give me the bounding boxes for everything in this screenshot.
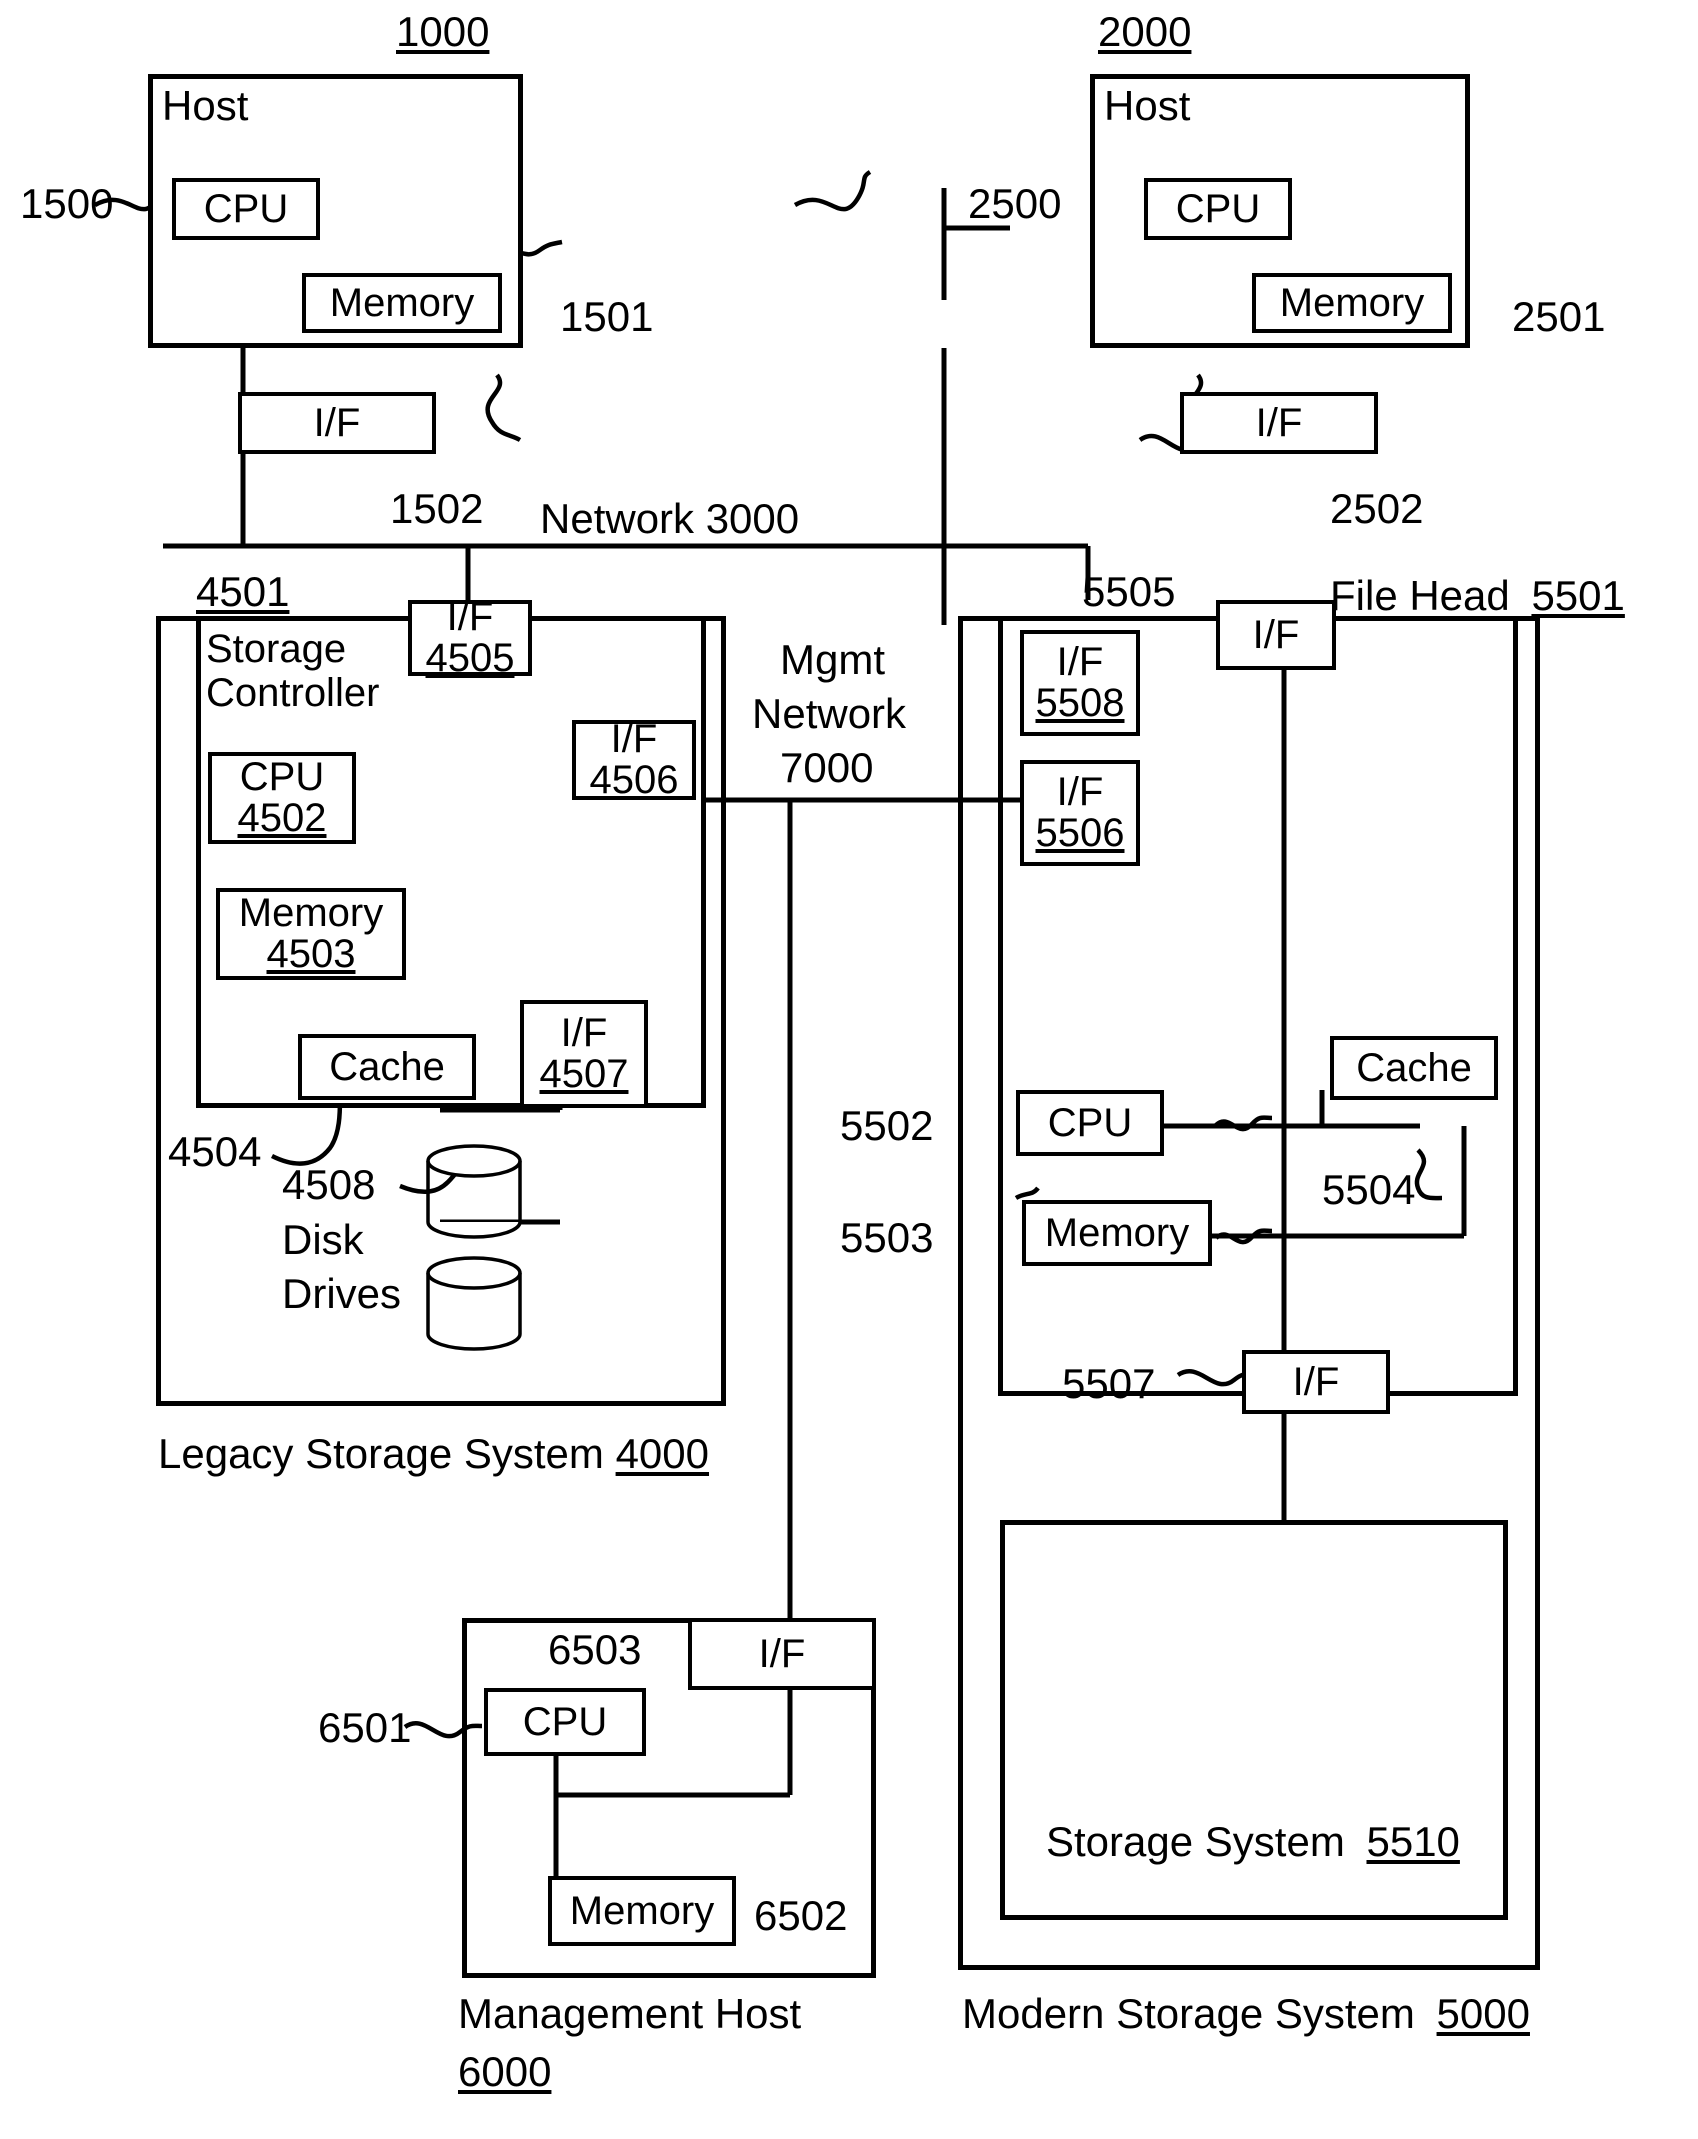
file-head-iface-5508-ref: 5508 [1035,681,1125,725]
host-2000-iface: I/F [1180,392,1378,454]
mgmt-memory-6502: Memory [548,1876,736,1946]
file-head-ref: 5501 [1531,572,1625,619]
management-host-title: Management Host [458,1990,802,2037]
host-1000-iface: I/F [238,392,436,454]
file-head-iface-5507-ref: 5507 [1062,1360,1156,1407]
file-head-iface-5507: I/F [1242,1350,1390,1414]
legacy-system-title: Legacy Storage System 4000 [158,1430,709,1478]
modern-system-title: Modern Storage System 5000 [962,1990,1530,2038]
file-head-iface-5506-label: I/F [1056,770,1104,815]
host-2000-memory-label: Memory [1279,280,1425,325]
legacy-iface-4505: I/F 4505 [408,595,532,680]
storage-controller-ref: 4501 [196,568,290,615]
file-head-iface-5506-ref: 5506 [1035,811,1125,855]
legacy-disk-line1: Disk [282,1216,364,1263]
host-2000-cpu-label: CPU [1175,186,1261,231]
host-2000-ref: 2000 [1098,8,1192,55]
network-3000-label: Network 3000 [540,495,800,542]
storage-controller-title-line2: Controller [206,671,380,715]
legacy-iface-4506-label: I/F [610,717,658,762]
host-2000-iface-label: I/F [1255,400,1303,445]
file-head-iface-5508-label: I/F [1056,640,1104,685]
legacy-system-ref: 4000 [615,1430,710,1477]
diagram-canvas: 1000 Host CPU Memory 1501 I/F 1502 1500 … [0,0,1698,2139]
legacy-system-title-text: Legacy Storage System [158,1430,604,1477]
inner-storage-system-label: Storage System [1046,1818,1345,1865]
file-head-cache-5504-label: Cache [1356,1045,1472,1090]
host-1000-title: Host [162,82,249,129]
file-head-cache-5504: Cache [1330,1036,1498,1100]
host-1000-iface-ref: 1502 [390,485,484,532]
mgmt-cpu-6501-label: CPU [522,1699,608,1744]
inner-storage-system-title: Storage System 5510 [1046,1818,1460,1866]
file-head-cpu-5502-label: CPU [1047,1100,1133,1145]
management-host-ref: 6000 [458,2048,552,2095]
file-head-title-text: File Head [1330,572,1510,619]
mgmt-network-line1: Mgmt [780,636,885,683]
host-1000-memory-ref: 1501 [560,293,654,340]
file-head-if-callout-5505: 5505 [1082,568,1176,615]
file-head-memory-ref: 5503 [840,1214,934,1261]
host-2000-memory-ref: 2501 [1512,293,1606,340]
legacy-iface-4506: I/F 4506 [572,717,696,802]
legacy-cpu-4502: CPU 4502 [208,752,356,844]
legacy-iface-4505-label: I/F [446,595,494,640]
legacy-iface-4507: I/F 4507 [520,1000,648,1108]
host-1000-callout: 1500 [20,180,114,227]
legacy-cpu-4502-ref: 4502 [237,796,327,840]
legacy-iface-4505-ref: 4505 [425,636,515,680]
legacy-cache-ref: 4504 [168,1128,262,1175]
disk-drives-icon [426,1144,522,1351]
legacy-iface-4507-ref: 4507 [539,1052,629,1096]
host-1000-memory-label: Memory [329,280,475,325]
mgmt-memory-6502-label: Memory [569,1888,715,1933]
modern-system-title-text: Modern Storage System [962,1990,1415,2037]
legacy-disk-line2: Drives [282,1270,402,1317]
legacy-cpu-4502-label: CPU [239,755,325,800]
host-1000-ref: 1000 [396,8,490,55]
file-head-title: File Head 5501 [1330,572,1625,620]
modern-system-ref: 5000 [1436,1990,1530,2037]
file-head-iface-5505: I/F [1216,600,1336,670]
legacy-memory-4503-label: Memory [238,891,384,936]
file-head-cpu-5502: CPU [1016,1090,1164,1156]
host-2000-memory: Memory [1252,273,1452,333]
host-1000-iface-label: I/F [313,400,361,445]
host-1000-memory: Memory [302,273,502,333]
legacy-cache-4504: Cache [298,1034,476,1100]
file-head-iface-5506: I/F 5506 [1020,760,1140,866]
legacy-cache-4504-label: Cache [329,1044,445,1089]
file-head-cache-ref: 5504 [1322,1166,1416,1213]
legacy-iface-4507-label: I/F [560,1011,608,1056]
host-2000-iface-ref: 2502 [1330,485,1424,532]
file-head-iface-5505-label: I/F [1252,612,1300,657]
legacy-memory-4503-ref: 4503 [266,932,356,976]
host-1000-cpu-label: CPU [203,186,289,231]
mgmt-cpu-6501-ref: 6501 [318,1704,412,1751]
file-head-iface-5507-label: I/F [1292,1359,1340,1404]
file-head-iface-5508: I/F 5508 [1020,630,1140,736]
mgmt-network-line2: Network [752,690,907,737]
legacy-disk-ref: 4508 [282,1161,376,1208]
file-head-memory-5503: Memory [1022,1200,1212,1266]
inner-storage-system-ref: 5510 [1366,1818,1460,1865]
legacy-iface-4506-ref: 4506 [589,758,679,802]
mgmt-network-line3: 7000 [780,744,874,791]
mgmt-iface-6503: I/F [688,1618,876,1690]
mgmt-cpu-6501: CPU [484,1688,646,1756]
storage-controller-title-line1: Storage [206,627,347,671]
mgmt-memory-6502-ref: 6502 [754,1892,848,1939]
mgmt-iface-6503-label: I/F [758,1631,806,1676]
host-2000-title: Host [1104,82,1191,129]
host-1000-cpu: CPU [172,178,320,240]
file-head-cpu-ref: 5502 [840,1102,934,1149]
mgmt-iface-6503-ref: 6503 [548,1626,642,1673]
legacy-memory-4503: Memory 4503 [216,888,406,980]
file-head-memory-5503-label: Memory [1044,1210,1190,1255]
host-2000-cpu: CPU [1144,178,1292,240]
host-2000-callout: 2500 [968,180,1062,227]
